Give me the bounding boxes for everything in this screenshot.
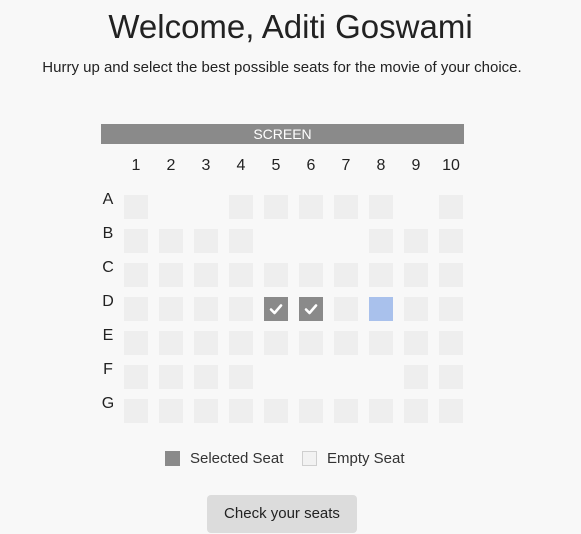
seat-D3[interactable] [194,297,218,321]
column-number: 6 [306,157,316,174]
row-label: E [102,327,114,344]
seat-B9[interactable] [404,229,428,253]
column-number: 3 [201,157,211,174]
seat-C5[interactable] [264,263,288,287]
seat-C2[interactable] [159,263,183,287]
seat-B10[interactable] [439,229,463,253]
seat-D6[interactable] [299,297,323,321]
seat-C7[interactable] [334,263,358,287]
seat-A6[interactable] [299,195,323,219]
column-number: 1 [131,157,141,174]
seat-G10[interactable] [439,399,463,423]
seat-G7[interactable] [334,399,358,423]
seat-A10[interactable] [439,195,463,219]
seat-D7[interactable] [334,297,358,321]
seat-D1[interactable] [124,297,148,321]
seat-B8[interactable] [369,229,393,253]
seat-A1[interactable] [124,195,148,219]
seat-G4[interactable] [229,399,253,423]
seat-F2[interactable] [159,365,183,389]
seat-C6[interactable] [299,263,323,287]
seat-E8[interactable] [369,331,393,355]
seat-E10[interactable] [439,331,463,355]
seat-D10[interactable] [439,297,463,321]
screen-bar: SCREEN [101,124,464,144]
seat-C8[interactable] [369,263,393,287]
seat-E5[interactable] [264,331,288,355]
checkmark-icon [304,304,318,315]
seat-B2[interactable] [159,229,183,253]
seat-G2[interactable] [159,399,183,423]
seat-A8[interactable] [369,195,393,219]
column-number: 9 [411,157,421,174]
seat-E7[interactable] [334,331,358,355]
seat-G6[interactable] [299,399,323,423]
row-label: F [103,361,113,378]
seat-C9[interactable] [404,263,428,287]
column-number: 2 [166,157,176,174]
seat-D9[interactable] [404,297,428,321]
seat-D8[interactable] [369,297,393,321]
page-title: Welcome, Aditi Goswami [108,8,473,45]
seat-G3[interactable] [194,399,218,423]
seat-G9[interactable] [404,399,428,423]
seat-G5[interactable] [264,399,288,423]
page-subtitle: Hurry up and select the best possible se… [42,59,522,76]
seat-G8[interactable] [369,399,393,423]
seat-F3[interactable] [194,365,218,389]
column-number: 10 [442,157,460,174]
column-number: 4 [236,157,246,174]
seat-E4[interactable] [229,331,253,355]
column-number: 8 [376,157,386,174]
seat-C3[interactable] [194,263,218,287]
seat-E1[interactable] [124,331,148,355]
seat-A5[interactable] [264,195,288,219]
row-label: C [102,259,114,276]
seat-D4[interactable] [229,297,253,321]
seat-D2[interactable] [159,297,183,321]
row-label: D [102,293,114,310]
seat-A4[interactable] [229,195,253,219]
seat-C10[interactable] [439,263,463,287]
seat-E2[interactable] [159,331,183,355]
checkmark-icon [269,304,283,315]
seat-G1[interactable] [124,399,148,423]
column-number: 5 [271,157,281,174]
row-label: A [102,191,114,208]
legend: Selected Seat Empty Seat [0,449,581,469]
seat-F10[interactable] [439,365,463,389]
seat-E9[interactable] [404,331,428,355]
seat-C1[interactable] [124,263,148,287]
empty-seat-legend-label: Empty Seat [327,450,405,467]
selected-seat-swatch [165,451,180,466]
row-label: B [102,225,114,242]
seat-F1[interactable] [124,365,148,389]
seat-C4[interactable] [229,263,253,287]
seat-B4[interactable] [229,229,253,253]
seat-D5[interactable] [264,297,288,321]
seat-A7[interactable] [334,195,358,219]
seat-B3[interactable] [194,229,218,253]
empty-seat-swatch [302,451,317,466]
column-number: 7 [341,157,351,174]
seat-F4[interactable] [229,365,253,389]
seat-B1[interactable] [124,229,148,253]
row-label: G [101,395,115,412]
seat-E3[interactable] [194,331,218,355]
check-your-seats-button[interactable]: Check your seats [207,495,357,533]
seat-E6[interactable] [299,331,323,355]
seat-selection-page: Welcome, Aditi Goswami Hurry up and sele… [0,0,581,534]
selected-seat-legend-label: Selected Seat [190,450,284,467]
seat-F9[interactable] [404,365,428,389]
